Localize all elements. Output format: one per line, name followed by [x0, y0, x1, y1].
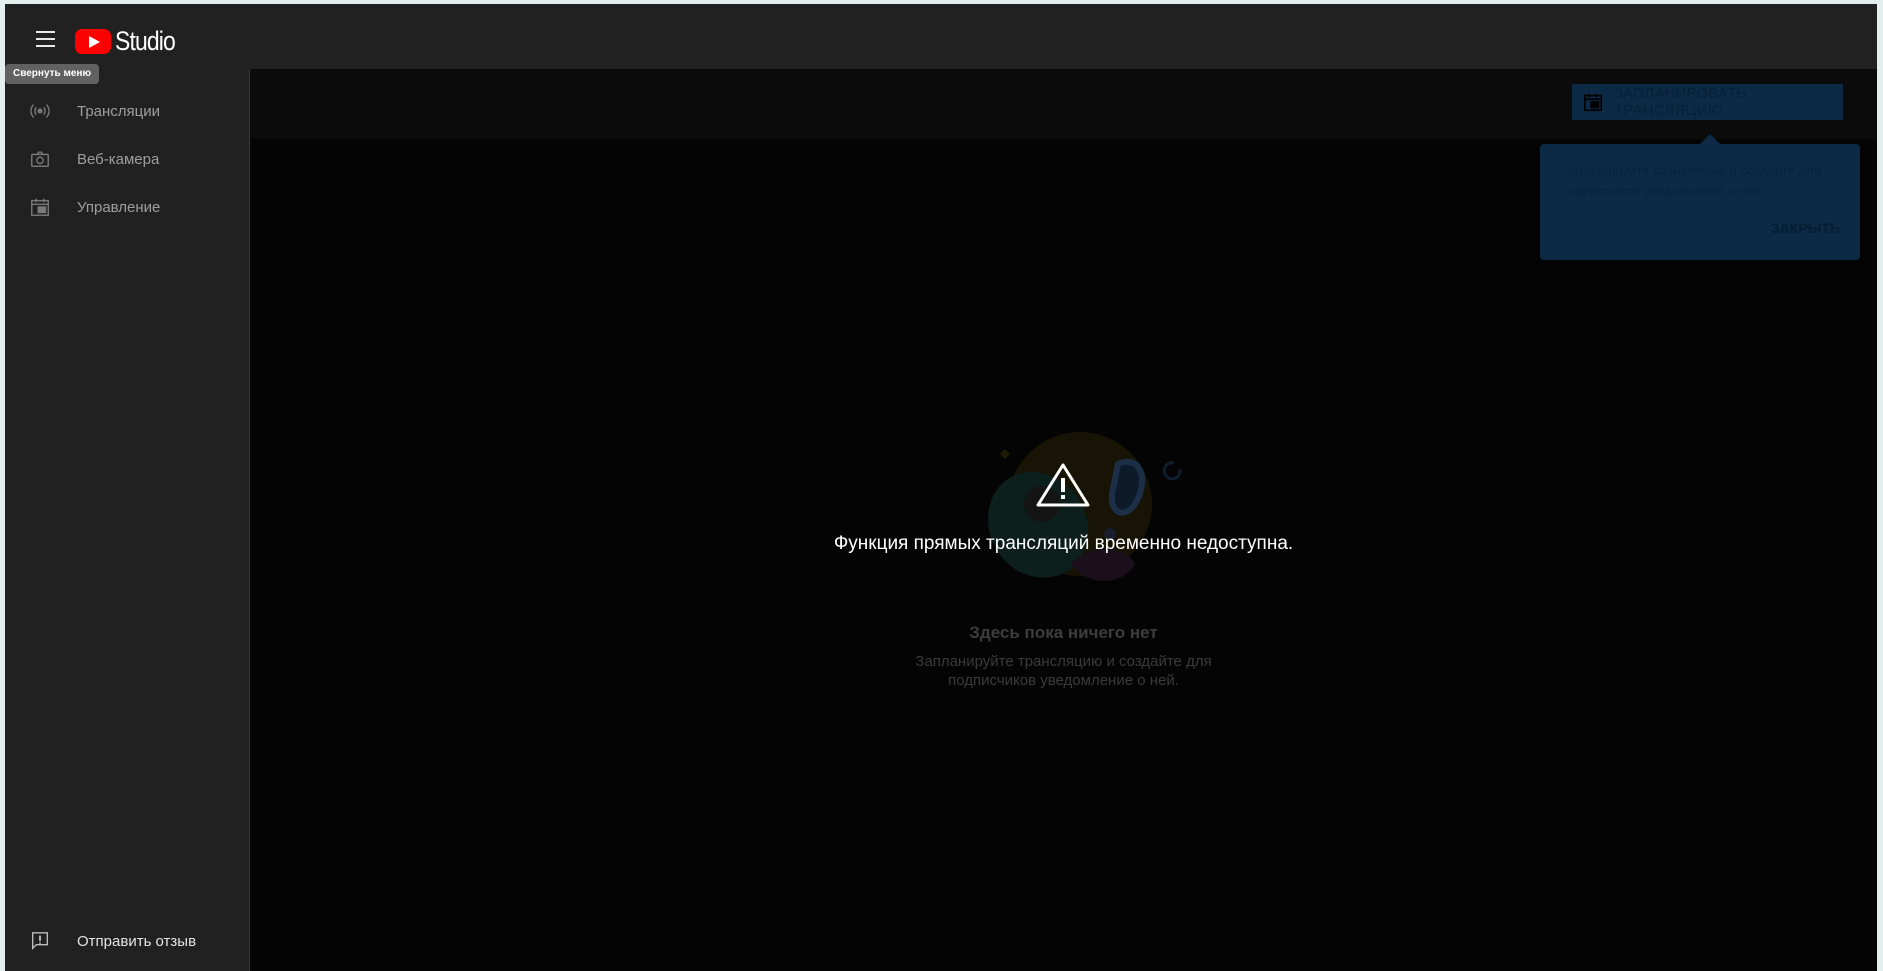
youtube-studio-logo[interactable]: Studio [75, 26, 186, 57]
empty-state-subtitle: Запланируйте трансляцию и создайте для п… [250, 652, 1877, 690]
empty-state-subtitle-text: Запланируйте трансляцию и создайте для п… [915, 653, 1212, 689]
youtube-play-icon [75, 29, 111, 54]
menu-icon-line [36, 31, 55, 33]
live-broadcast-icon [29, 100, 51, 122]
logo-text: Studio [115, 26, 176, 56]
hamburger-menu-button[interactable] [26, 23, 64, 55]
studio-window: Studio Свернуть меню Трансляции Веб-каме… [5, 4, 1877, 971]
sidebar-item-label: Веб-камера [77, 150, 160, 168]
menu-icon-line [36, 45, 55, 47]
popup-text: Запланируйте трансляцию и создайте для п… [1564, 163, 1821, 198]
warning-icon [1036, 463, 1090, 507]
calendar-icon [1582, 91, 1604, 113]
schedule-button-label: ЗАПЛАНИРОВАТЬ ТРАНСЛЯЦИЮ [1614, 85, 1747, 119]
empty-state-title: Здесь пока ничего нет [969, 623, 1158, 642]
schedule-hint-popup: Запланируйте трансляцию и создайте для п… [1540, 134, 1860, 260]
sidebar-item-webcam[interactable]: Веб-камера [5, 135, 249, 183]
live-unavailable-message: Функция прямых трансляций временно недос… [833, 533, 1294, 554]
feedback-icon [29, 930, 51, 952]
sidebar: Трансляции Веб-камера Управление Отправи… [5, 69, 250, 971]
sidebar-item-broadcasts[interactable]: Трансляции [5, 87, 249, 135]
collapse-menu-tooltip: Свернуть меню [5, 64, 99, 84]
menu-icon-line [36, 38, 55, 40]
sidebar-item-label: Управление [77, 198, 161, 216]
empty-state-illustration [988, 432, 1182, 581]
top-header: Studio [5, 4, 1877, 70]
popup-close-button[interactable]: ЗАКРЫТЬ [1771, 220, 1840, 236]
main-content: ЗАПЛАНИРОВАТЬ ТРАНСЛЯЦИЮ Запланируйте тр… [250, 69, 1877, 971]
feedback-label: Отправить отзыв [77, 932, 197, 950]
send-feedback-button[interactable]: Отправить отзыв [5, 917, 249, 965]
calendar-icon [29, 196, 51, 218]
schedule-broadcast-button[interactable]: ЗАПЛАНИРОВАТЬ ТРАНСЛЯЦИЮ [1572, 84, 1843, 120]
sidebar-item-manage[interactable]: Управление [5, 183, 249, 231]
camera-icon [29, 148, 51, 170]
sidebar-item-label: Трансляции [77, 102, 161, 120]
